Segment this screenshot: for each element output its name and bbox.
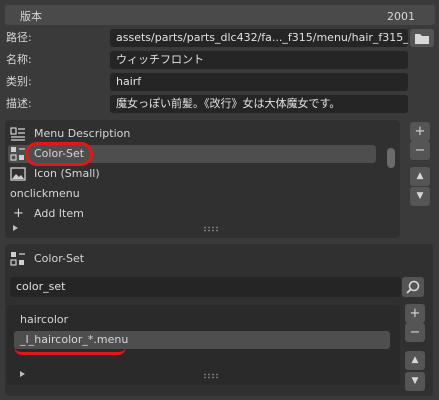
add-color-button[interactable]: +	[405, 304, 425, 323]
add-item-row[interactable]: + Add Item	[10, 205, 160, 223]
onclickmenu-label: onclickmenu	[10, 187, 80, 200]
category-field[interactable]: hairf	[110, 73, 408, 91]
folder-button[interactable]	[410, 29, 434, 47]
name-field[interactable]: ウィッチフロント	[110, 51, 408, 69]
category-label: 类别:	[6, 75, 32, 88]
version-label: 版本	[20, 10, 42, 23]
list-item-menu-description[interactable]: Menu Description	[10, 125, 380, 143]
add-button[interactable]: +	[410, 122, 430, 141]
resize-grip-icon[interactable]	[203, 373, 219, 379]
folder-icon	[415, 34, 429, 44]
description-label: 描述:	[6, 97, 32, 110]
expand-triangle-icon[interactable]	[19, 370, 27, 378]
icon-small-label: Icon (Small)	[34, 167, 100, 180]
color-grid-icon	[10, 252, 25, 266]
name-label: 名称:	[6, 53, 32, 66]
move-up-button[interactable]: ▲	[410, 167, 430, 186]
color-set-title: Color-Set	[34, 252, 85, 265]
haircolor-header: haircolor	[20, 313, 69, 326]
resize-grip-icon[interactable]	[203, 226, 219, 232]
text-align-icon	[10, 127, 25, 141]
search-icon	[406, 280, 420, 294]
search-button[interactable]	[402, 277, 424, 297]
expand-triangle-icon[interactable]	[12, 224, 20, 232]
menu-list-scrollbar[interactable]	[387, 148, 395, 168]
color-grid-icon	[10, 147, 25, 161]
plus-icon: +	[13, 206, 24, 221]
add-item-label: Add Item	[34, 207, 84, 220]
annotation-circle	[25, 142, 93, 166]
search-input[interactable]: color_set	[10, 277, 401, 297]
move-down-button[interactable]: ▼	[410, 187, 430, 206]
version-value: 2001	[387, 10, 415, 23]
description-field[interactable]: 魔女っぽい前髪。《改行》女は大体魔女です。	[110, 95, 408, 113]
move-color-up-button[interactable]: ▲	[405, 351, 425, 370]
image-icon	[10, 167, 26, 181]
menu-description-label: Menu Description	[34, 127, 131, 140]
remove-button[interactable]: −	[410, 141, 430, 160]
annotation-underline	[14, 347, 126, 355]
path-label: 路径:	[6, 31, 32, 44]
path-field[interactable]: assets/parts/parts_dlc432/fa..._f315/men…	[110, 29, 408, 47]
list-item-icon-small[interactable]: Icon (Small)	[10, 165, 380, 183]
remove-color-button[interactable]: −	[405, 323, 425, 342]
move-color-down-button[interactable]: ▼	[405, 372, 425, 391]
